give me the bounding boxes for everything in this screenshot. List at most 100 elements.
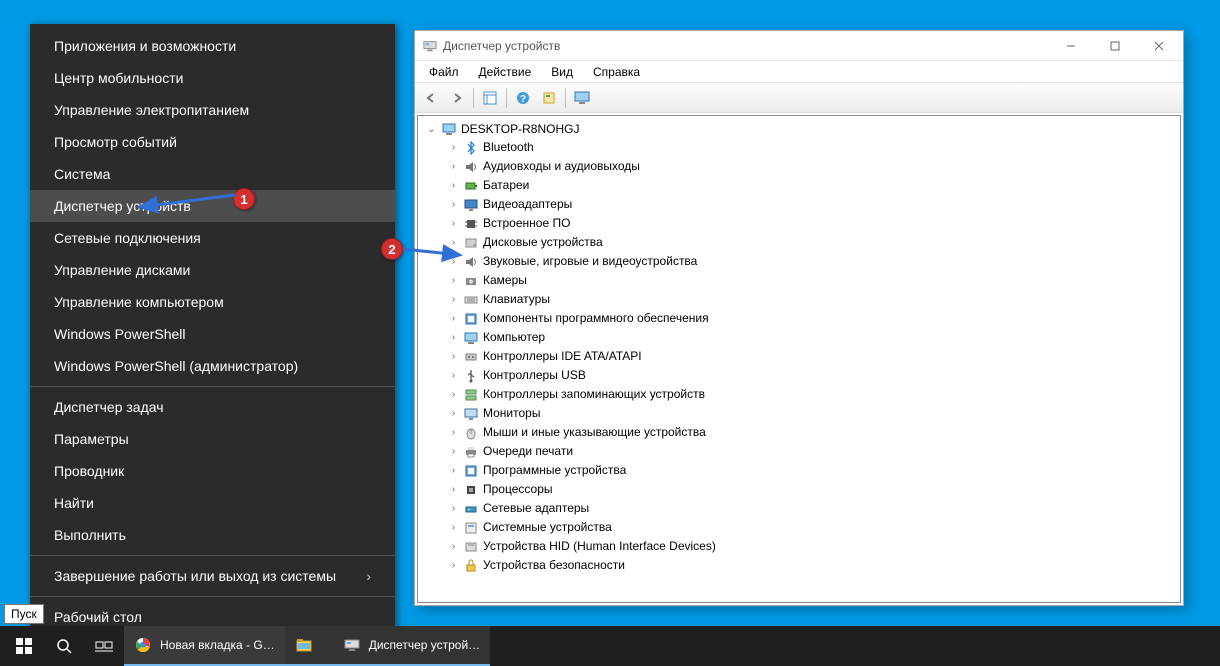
maximize-button[interactable] (1093, 32, 1137, 60)
node-label: Устройства безопасности (483, 557, 625, 574)
context-menu-item[interactable]: Управление электропитанием (30, 94, 395, 126)
context-menu-item[interactable]: Найти (30, 487, 395, 519)
tree-node[interactable]: › Встроенное ПО (424, 214, 1174, 233)
titlebar[interactable]: Диспетчер устройств (415, 31, 1183, 61)
nav-forward-icon[interactable] (445, 86, 469, 110)
help-icon[interactable]: ? (511, 86, 535, 110)
context-menu-label: Диспетчер задач (54, 399, 164, 415)
expand-icon[interactable]: › (448, 234, 459, 251)
expand-icon[interactable]: › (448, 481, 459, 498)
expand-icon[interactable]: › (448, 424, 459, 441)
context-menu-label: Параметры (54, 431, 129, 447)
tree-node[interactable]: › Устройства безопасности (424, 556, 1174, 575)
expand-icon[interactable]: › (448, 405, 459, 422)
collapse-icon[interactable]: ⌄ (426, 124, 437, 135)
tree-node[interactable]: ›Процессоры (424, 480, 1174, 499)
context-menu-item[interactable]: Диспетчер задач (30, 391, 395, 423)
start-button[interactable] (4, 626, 44, 666)
tree-node[interactable]: ›Контроллеры запоминающих устройств (424, 385, 1174, 404)
context-menu-label: Проводник (54, 463, 124, 479)
expand-icon[interactable]: › (448, 367, 459, 384)
tree-node[interactable]: ›Контроллеры IDE ATA/ATAPI (424, 347, 1174, 366)
menu-item[interactable]: Справка (585, 63, 648, 81)
context-menu-item[interactable]: Система (30, 158, 395, 190)
tooltip-text: Пуск (11, 607, 37, 621)
expand-icon[interactable]: › (448, 443, 459, 460)
tree-node[interactable]: ›Очереди печати (424, 442, 1174, 461)
expand-icon[interactable]: › (448, 557, 459, 574)
context-menu-item[interactable]: Выполнить (30, 519, 395, 551)
expand-icon[interactable]: › (448, 139, 459, 156)
expand-icon[interactable]: › (448, 462, 459, 479)
context-menu-item[interactable]: Windows PowerShell (администратор) (30, 350, 395, 382)
taskbar-entry[interactable]: Новая вкладка - G… (124, 626, 285, 666)
tree-node[interactable]: ›Мыши и иные указывающие устройства (424, 423, 1174, 442)
taskbar-entry[interactable]: Диспетчер устрой… (333, 626, 490, 666)
minimize-button[interactable] (1049, 32, 1093, 60)
menu-item[interactable]: Действие (471, 63, 540, 81)
expand-icon[interactable]: › (448, 215, 459, 232)
tree-node[interactable]: ›Контроллеры USB (424, 366, 1174, 385)
device-tree[interactable]: ⌄DESKTOP-R8NOHGJ›Bluetooth›Аудиовходы и … (417, 115, 1181, 603)
context-menu-item[interactable]: Управление дисками (30, 254, 395, 286)
tree-node[interactable]: ›Системные устройства (424, 518, 1174, 537)
expand-icon[interactable]: › (448, 519, 459, 536)
expand-icon[interactable]: › (448, 158, 459, 175)
expand-icon[interactable]: › (448, 500, 459, 517)
start-context-menu: Приложения и возможностиЦентр мобильност… (30, 24, 395, 639)
toolbar: ? (415, 83, 1183, 113)
tree-node[interactable]: ›Bluetooth (424, 138, 1174, 157)
expand-icon[interactable]: › (448, 386, 459, 403)
expand-icon[interactable]: › (448, 538, 459, 555)
tree-node[interactable]: ›Сетевые адаптеры (424, 499, 1174, 518)
context-menu-item[interactable]: Параметры (30, 423, 395, 455)
context-menu-item[interactable]: Просмотр событий (30, 126, 395, 158)
expand-icon[interactable]: › (448, 253, 459, 270)
expand-icon[interactable]: › (448, 177, 459, 194)
expand-icon[interactable]: › (448, 348, 459, 365)
tree-node[interactable]: ›Компьютер (424, 328, 1174, 347)
tree-node[interactable]: ›Звуковые, игровые и видеоустройства (424, 252, 1174, 271)
context-menu-item[interactable]: Проводник (30, 455, 395, 487)
tree-node[interactable]: ›Программные устройства (424, 461, 1174, 480)
tree-node[interactable]: ›Устройства HID (Human Interface Devices… (424, 537, 1174, 556)
properties-icon[interactable] (537, 86, 561, 110)
tree-node[interactable]: ›Видеоадаптеры (424, 195, 1174, 214)
expand-icon[interactable]: › (448, 329, 459, 346)
view-tree-icon[interactable] (478, 86, 502, 110)
context-menu-label: Управление электропитанием (54, 102, 249, 118)
context-menu-label: Рабочий стол (54, 609, 142, 625)
audio-icon (463, 254, 479, 270)
tree-node[interactable]: ›Аудиовходы и аудиовыходы (424, 157, 1174, 176)
context-menu-item[interactable]: Управление компьютером (30, 286, 395, 318)
tree-root[interactable]: ⌄DESKTOP-R8NOHGJ (424, 120, 1174, 138)
expand-icon[interactable]: › (448, 196, 459, 213)
context-menu-item[interactable]: Центр мобильности (30, 62, 395, 94)
node-label: Встроенное ПО (483, 215, 570, 232)
expand-icon[interactable]: › (448, 291, 459, 308)
close-button[interactable] (1137, 32, 1181, 60)
task-view-button[interactable] (84, 626, 124, 666)
menu-item[interactable]: Файл (421, 63, 467, 81)
tree-node[interactable]: ›Мониторы (424, 404, 1174, 423)
context-menu-item[interactable]: Windows PowerShell (30, 318, 395, 350)
context-menu-item[interactable]: Диспетчер устройств (30, 190, 395, 222)
search-button[interactable] (44, 626, 84, 666)
tree-node[interactable]: ›Батареи (424, 176, 1174, 195)
tree-node[interactable]: ›Компоненты программного обеспечения (424, 309, 1174, 328)
expand-icon[interactable]: › (448, 310, 459, 327)
chevron-right-icon: › (366, 568, 371, 584)
nav-back-icon[interactable] (419, 86, 443, 110)
context-menu-item[interactable]: Сетевые подключения (30, 222, 395, 254)
context-menu-item[interactable]: Приложения и возможности (30, 30, 395, 62)
svg-text:?: ? (520, 94, 526, 105)
expand-icon[interactable]: › (448, 272, 459, 289)
taskbar-entry[interactable] (285, 626, 333, 666)
monitor-icon[interactable] (570, 86, 594, 110)
tree-node[interactable]: ›Клавиатуры (424, 290, 1174, 309)
system-icon (463, 520, 479, 536)
context-menu-item[interactable]: Завершение работы или выход из системы› (30, 560, 395, 592)
tree-node[interactable]: ›Дисковые устройства (424, 233, 1174, 252)
menu-item[interactable]: Вид (543, 63, 581, 81)
tree-node[interactable]: ›Камеры (424, 271, 1174, 290)
